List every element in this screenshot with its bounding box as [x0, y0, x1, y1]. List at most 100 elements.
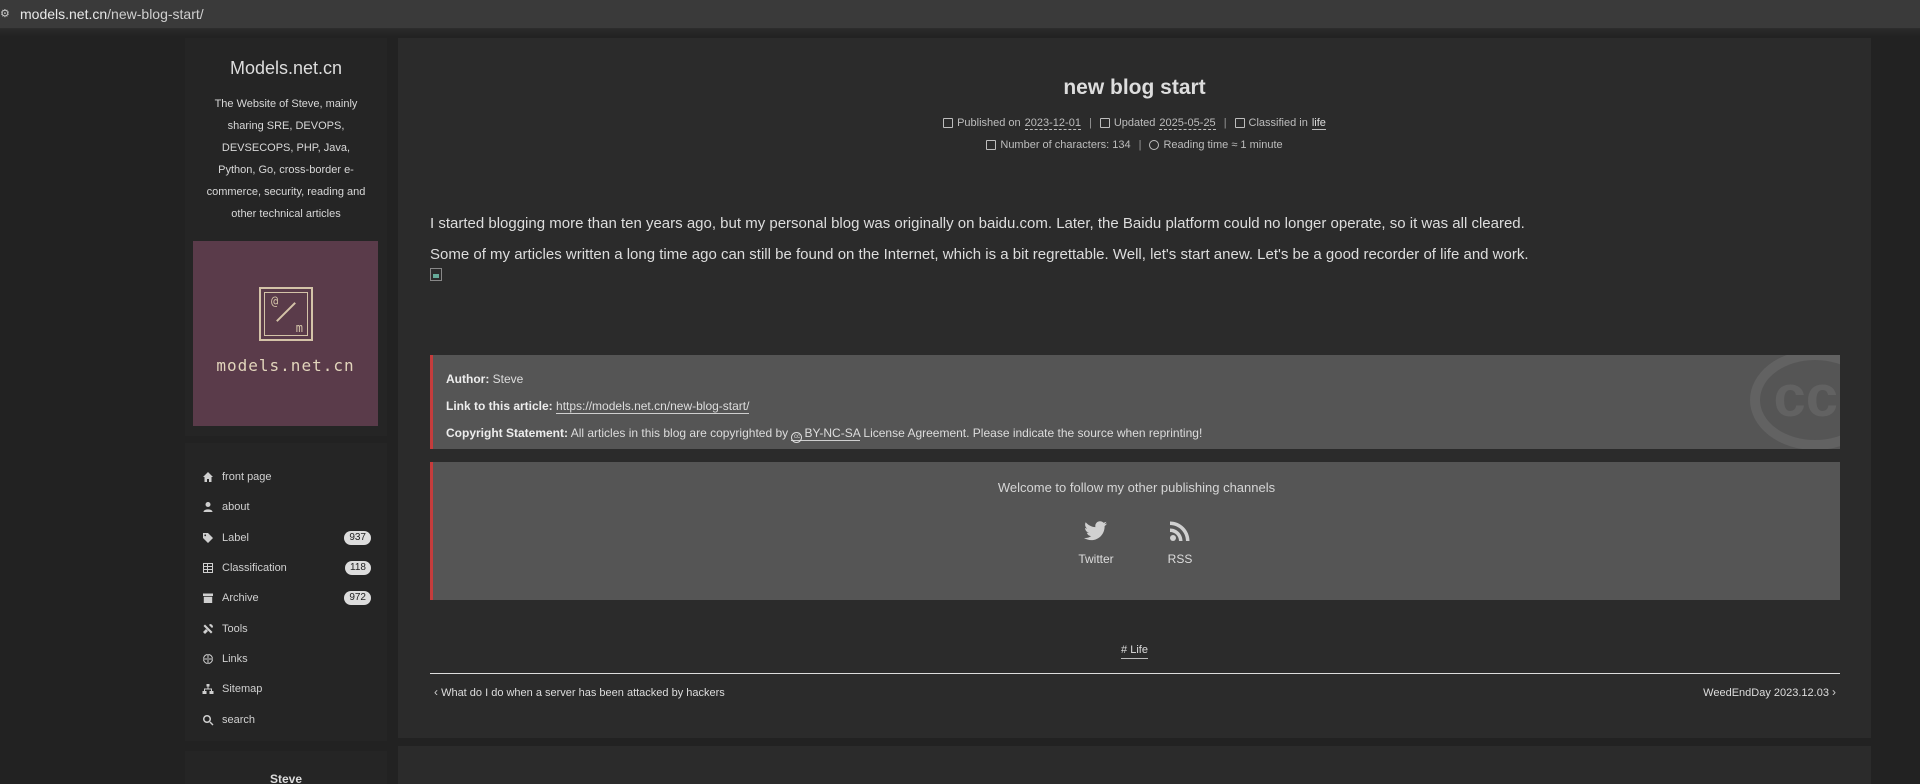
sidebar-item-front-page[interactable]: front page	[185, 462, 387, 492]
url-text[interactable]: models.net.cn/new-blog-start/	[20, 6, 204, 22]
copyright-link: Link to this article: https://models.net…	[446, 393, 1840, 420]
site-info-icon[interactable]: ⚙	[0, 7, 10, 21]
calendar-check-icon	[1099, 118, 1110, 128]
browser-address-bar[interactable]: ⚙ models.net.cn/new-blog-start/	[0, 0, 1920, 29]
count-badge: 118	[345, 561, 371, 576]
grid-icon	[202, 562, 222, 574]
copyright-statement: Copyright Statement: All articles in thi…	[446, 420, 1840, 447]
follow-item-label: RSS	[1167, 552, 1193, 566]
category-link[interactable]: life	[1311, 117, 1326, 130]
chevron-left-icon: ‹	[434, 685, 438, 699]
sidebar-item-label: Archive	[222, 592, 259, 605]
address-bar-shadow	[0, 29, 1920, 37]
copyright-author-value: Steve	[492, 372, 524, 386]
tags-icon	[202, 532, 222, 544]
sidebar-item-archive[interactable]: Archive 972	[185, 583, 387, 613]
calendar-icon	[943, 118, 954, 128]
copyright-statement-after: License Agreement. Please indicate the s…	[863, 426, 1203, 440]
post-body: I started blogging more than ten years a…	[430, 208, 1840, 281]
copyright-author-label: Author:	[446, 372, 490, 386]
count-badge: 972	[344, 591, 371, 606]
copyright-statement-label: Copyright Statement:	[446, 426, 569, 440]
license-link[interactable]: cc BY-NC-SA	[791, 426, 861, 443]
sidebar-item-links[interactable]: Links	[185, 644, 387, 674]
post-tags: # Life	[398, 640, 1871, 659]
logo-text: models.net.cn	[216, 356, 355, 375]
sidebar-item-sitemap[interactable]: Sitemap	[185, 674, 387, 704]
site-title[interactable]: Models.net.cn	[185, 58, 387, 79]
reading-time: Reading time ≈ 1 minute	[1163, 139, 1283, 151]
published-label: Published on	[957, 117, 1021, 129]
post-navigation: ‹ What do I do when a server has been at…	[430, 673, 1840, 703]
sidebar-item-about[interactable]: about	[185, 492, 387, 522]
copyright-statement-before: All articles in this blog are copyrighte…	[570, 426, 789, 440]
license-name: BY-NC-SA	[804, 426, 861, 440]
article-permalink[interactable]: https://models.net.cn/new-blog-start/	[556, 399, 750, 414]
search-icon	[202, 714, 222, 726]
site-description: The Website of Steve, mainly sharing SRE…	[206, 98, 366, 220]
post-meta-dates: Published on 2023-12-01 | Updated 2025-0…	[398, 112, 1871, 134]
sidebar-item-label-tags[interactable]: Label 937	[185, 523, 387, 553]
sidebar-author: Steve	[185, 751, 387, 784]
post-meta-stats: Number of characters: 134 | Reading time…	[398, 134, 1871, 156]
file-text-icon	[986, 140, 997, 150]
url-host: models.net.cn	[20, 6, 108, 22]
rss-icon	[1170, 521, 1190, 541]
copyright-box: cc Author: Steve Link to this article: h…	[430, 355, 1840, 449]
sidebar-item-label: Links	[222, 652, 248, 665]
post-title: new blog start	[1063, 76, 1206, 99]
sidebar-item-label: Classification	[222, 562, 287, 575]
prev-post-link[interactable]: ‹ What do I do when a server has been at…	[434, 685, 725, 699]
follow-channels: Twitter RSS	[433, 519, 1843, 566]
logo-glyph-bottom: m	[295, 321, 303, 335]
prev-post-title: What do I do when a server has been atta…	[441, 687, 725, 699]
sidebar-item-label: Label	[222, 531, 249, 544]
logo-glyph-top: @	[271, 294, 279, 308]
broken-image-icon	[430, 268, 442, 281]
creative-commons-icon: cc	[791, 432, 803, 443]
sidebar-nav: front page about Label 937 Classificatio…	[185, 443, 387, 741]
article-panel: new blog start Published on 2023-12-01 |…	[398, 38, 1871, 738]
sidebar-brand: Models.net.cn The Website of Steve, main…	[185, 38, 387, 436]
logo-mark-icon: @ m	[259, 287, 313, 341]
sidebar-item-search[interactable]: search	[185, 704, 387, 734]
meta-separator: |	[1138, 139, 1142, 151]
url-path: /new-blog-start/	[107, 6, 204, 22]
copyright-author: Author: Steve	[446, 366, 1840, 393]
post-paragraph: Some of my articles written a long time …	[430, 246, 1529, 263]
site-logo[interactable]: @ m models.net.cn	[193, 241, 378, 426]
sidebar-item-classification[interactable]: Classification 118	[185, 553, 387, 583]
meta-separator: |	[1223, 117, 1227, 129]
copyright-link-label: Link to this article:	[446, 399, 553, 413]
user-icon	[202, 501, 222, 513]
follow-item-label: Twitter	[1078, 552, 1114, 566]
post-meta: Published on 2023-12-01 | Updated 2025-0…	[398, 112, 1871, 156]
sidebar-item-tools[interactable]: Tools	[185, 613, 387, 643]
next-post-link[interactable]: WeedEndDay 2023.12.03 ›	[1703, 685, 1836, 699]
updated-date: 2025-05-25	[1159, 116, 1216, 130]
meta-separator: |	[1088, 117, 1092, 129]
follow-rss-link[interactable]: RSS	[1159, 519, 1201, 566]
sitemap-icon	[202, 683, 222, 695]
home-icon	[202, 471, 222, 483]
author-name: Steve	[269, 772, 303, 784]
sidebar-item-label: front page	[222, 471, 272, 484]
follow-box: Welcome to follow my other publishing ch…	[430, 462, 1840, 600]
sidebar-item-label: Tools	[222, 622, 248, 635]
updated-label: Updated	[1113, 117, 1156, 129]
cc-watermark-text: cc	[1773, 364, 1838, 429]
count-badge: 937	[344, 530, 371, 545]
chevron-right-icon: ›	[1832, 685, 1836, 699]
archive-icon	[202, 592, 222, 604]
tools-icon	[202, 623, 222, 635]
globe-icon	[202, 653, 222, 665]
sidebar-item-label: about	[222, 501, 250, 514]
follow-twitter-link[interactable]: Twitter	[1075, 519, 1117, 566]
word-count: Number of characters: 134	[1000, 139, 1131, 151]
next-panel	[398, 746, 1871, 784]
tag-link[interactable]: # Life	[1121, 644, 1148, 659]
classified-label: Classified in	[1248, 117, 1308, 129]
post-paragraph: I started blogging more than ten years a…	[430, 215, 1525, 232]
sidebar-item-label: search	[222, 713, 256, 726]
clock-icon	[1149, 140, 1160, 150]
